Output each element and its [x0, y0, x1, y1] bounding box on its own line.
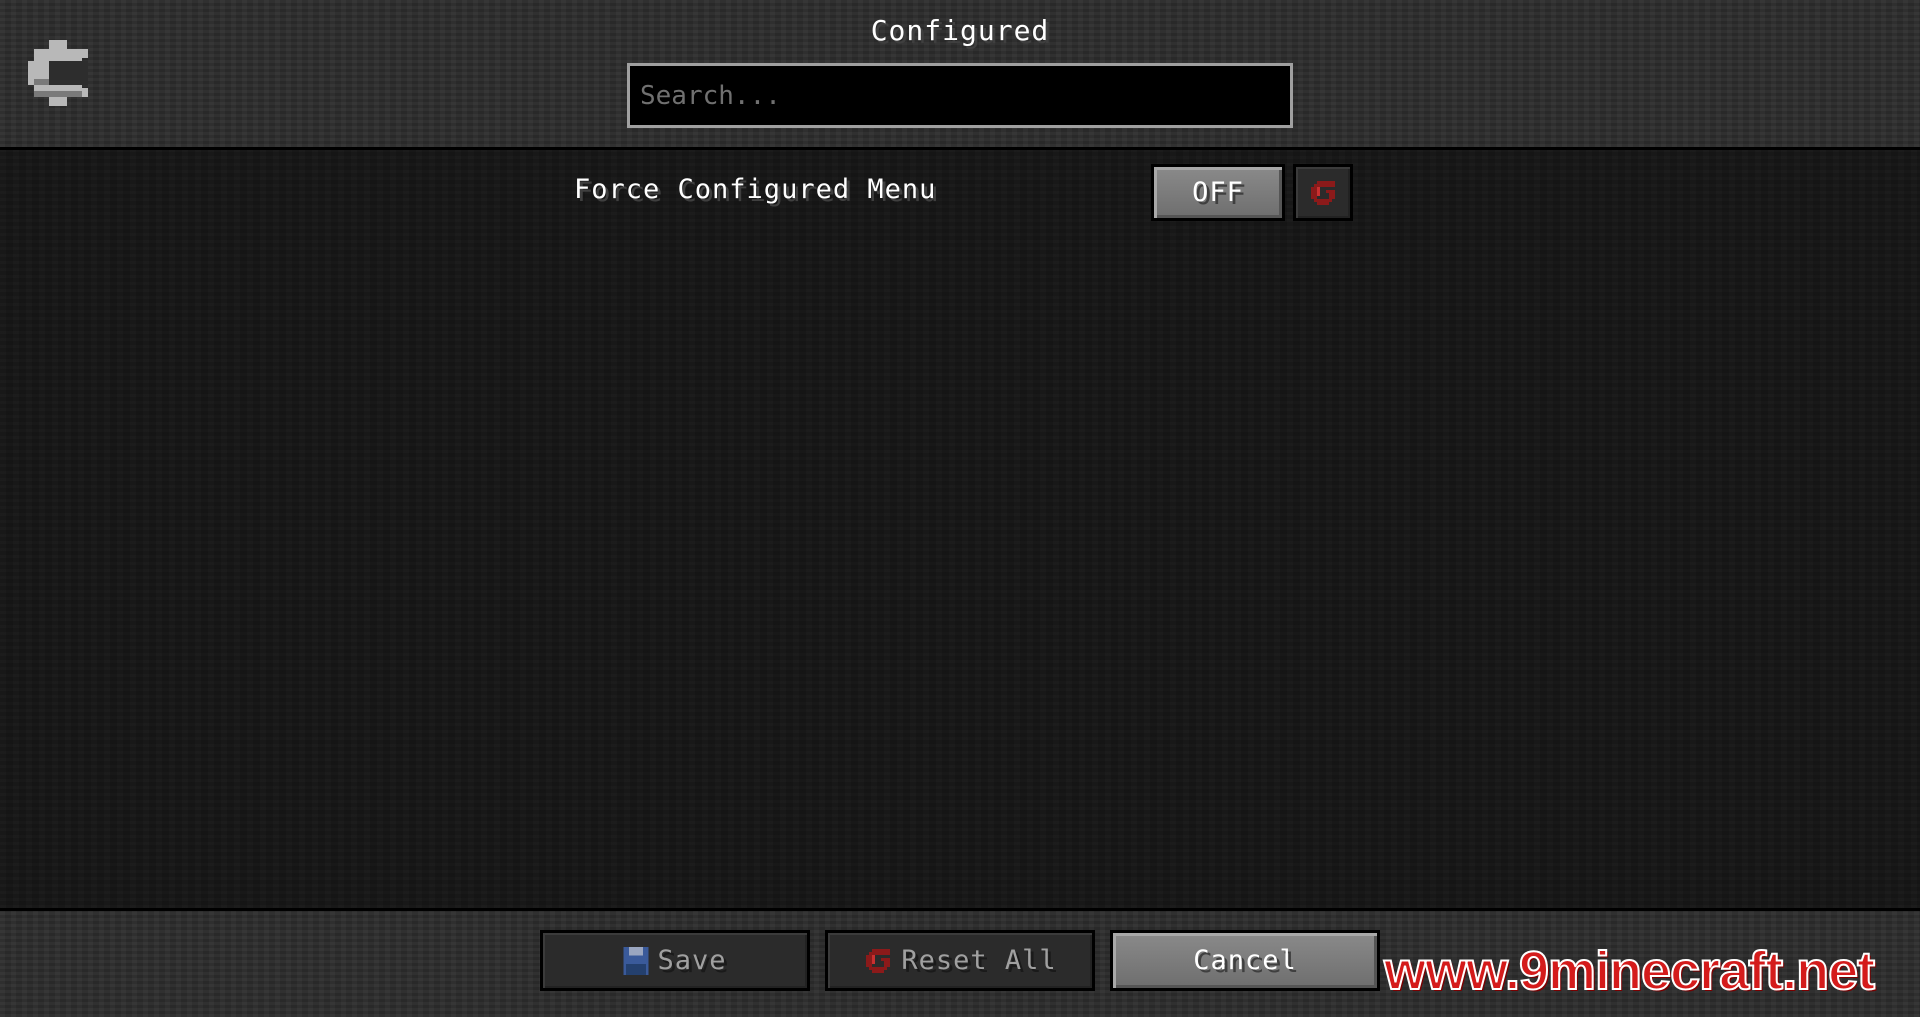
floppy-disk-icon — [623, 946, 650, 975]
configured-screen: Configured Force Configured Menu OFF — [0, 0, 1920, 1017]
page-title: Configured — [870, 14, 1050, 47]
cancel-label: Cancel — [1193, 945, 1297, 976]
save-button[interactable]: Save — [540, 930, 810, 991]
config-option-label: Force Configured Menu — [574, 174, 937, 205]
gear-icon — [28, 40, 88, 106]
cancel-button[interactable]: Cancel — [1110, 930, 1380, 991]
header-bar: Configured — [0, 0, 1920, 150]
save-label: Save — [657, 945, 727, 976]
reset-option-button[interactable] — [1293, 164, 1353, 221]
force-configured-menu-toggle[interactable]: OFF — [1151, 164, 1285, 221]
toggle-value: OFF — [1192, 177, 1244, 208]
reset-icon — [1311, 180, 1335, 205]
reset-all-label: Reset All — [901, 945, 1057, 976]
reset-all-button[interactable]: Reset All — [825, 930, 1095, 991]
config-list — [0, 150, 1920, 908]
search-input[interactable] — [627, 63, 1293, 128]
reset-icon — [866, 948, 891, 973]
watermark-logo: www.9minecraft.net — [1383, 940, 1876, 1002]
